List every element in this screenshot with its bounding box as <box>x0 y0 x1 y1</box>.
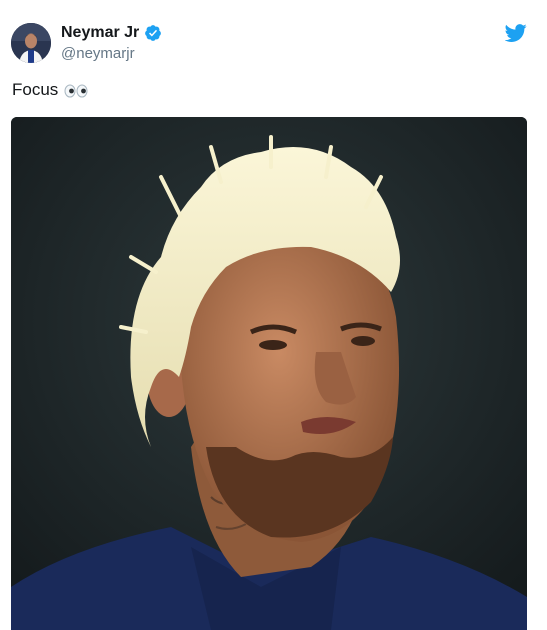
avatar[interactable] <box>11 23 51 63</box>
tweet-text: Focus <box>12 80 59 99</box>
display-name[interactable]: Neymar Jr <box>61 24 139 42</box>
eyes-emoji-icon <box>64 83 88 98</box>
author-block: Neymar Jr @neymarjr <box>61 24 162 62</box>
tweet-header: Neymar Jr @neymarjr <box>11 21 162 65</box>
author-handle[interactable]: @neymarjr <box>61 45 162 62</box>
name-row: Neymar Jr <box>61 24 162 42</box>
photo-portrait-icon <box>11 117 527 630</box>
twitter-bird-icon[interactable] <box>504 22 527 44</box>
verified-badge-icon <box>144 24 162 42</box>
tweet-media-photo[interactable] <box>11 117 527 630</box>
tweet-text-row: Focus <box>12 80 88 100</box>
tweet-card: Neymar Jr @neymarjr Focus <box>0 0 547 630</box>
profile-photo-icon <box>11 23 51 63</box>
